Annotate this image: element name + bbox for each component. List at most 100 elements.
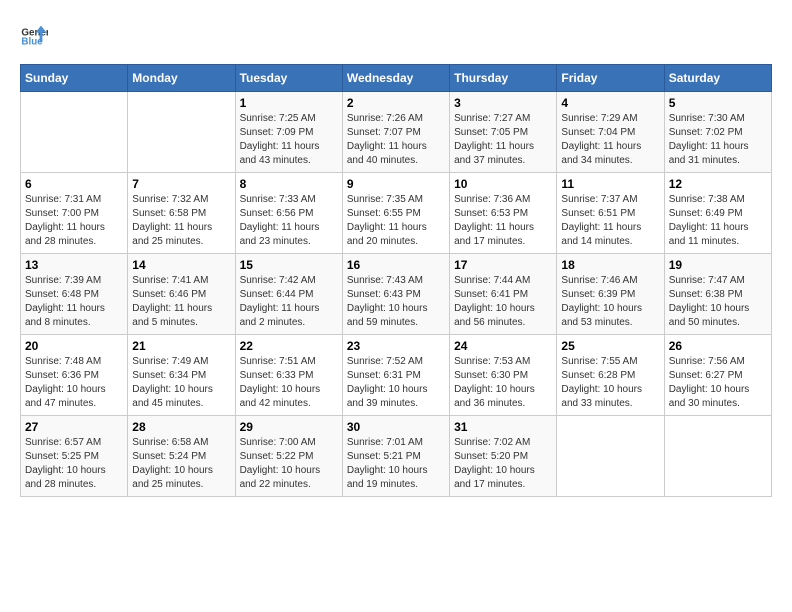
day-info: Sunrise: 6:58 AM Sunset: 5:24 PM Dayligh…: [132, 436, 230, 492]
calendar-cell: 14 Sunrise: 7:41 AM Sunset: 6:46 PM Dayli…: [128, 254, 235, 335]
day-number: 8: [240, 177, 338, 191]
calendar-cell: 9Sunrise: 7:35 AM Sunset: 6:55 PM Daylig…: [342, 173, 449, 254]
day-number: 7: [132, 177, 230, 191]
day-info: Sunrise: 7:56 AM Sunset: 6:27 PM Dayligh…: [669, 355, 767, 411]
logo-icon: General Blue: [20, 20, 48, 48]
week-row-2: 13 Sunrise: 7:39 AM Sunset: 6:48 PM Dayli…: [21, 254, 772, 335]
week-row-0: 1 Sunrise: 7:25 AM Sunset: 7:09 PM Daylig…: [21, 92, 772, 173]
weekday-header-thursday: Thursday: [450, 65, 557, 92]
day-info: Sunrise: 7:43 AM Sunset: 6:43 PM Dayligh…: [347, 274, 445, 330]
calendar-cell: 6 Sunrise: 7:31 AM Sunset: 7:00 PM Daylig…: [21, 173, 128, 254]
day-number: 13: [25, 258, 123, 272]
calendar-cell: 4 Sunrise: 7:29 AM Sunset: 7:04 PM Daylig…: [557, 92, 664, 173]
day-number: 9: [347, 177, 445, 191]
day-info: Sunrise: 7:37 AM Sunset: 6:51 PM Dayligh…: [561, 193, 659, 249]
calendar-cell: 10 Sunrise: 7:36 AM Sunset: 6:53 PM Dayli…: [450, 173, 557, 254]
day-info: Sunrise: 7:48 AM Sunset: 6:36 PM Dayligh…: [25, 355, 123, 411]
day-info: Sunrise: 7:02 AM Sunset: 5:20 PM Dayligh…: [454, 436, 552, 492]
day-number: 31: [454, 420, 552, 434]
day-number: 19: [669, 258, 767, 272]
day-number: 25: [561, 339, 659, 353]
calendar-cell: 1 Sunrise: 7:25 AM Sunset: 7:09 PM Daylig…: [235, 92, 342, 173]
day-number: 20: [25, 339, 123, 353]
weekday-header-row: SundayMondayTuesdayWednesdayThursdayFrid…: [21, 65, 772, 92]
day-info: Sunrise: 7:26 AM Sunset: 7:07 PM Dayligh…: [347, 112, 445, 168]
calendar-cell: 29 Sunrise: 7:00 AM Sunset: 5:22 PM Dayli…: [235, 416, 342, 497]
calendar-cell: 27 Sunrise: 6:57 AM Sunset: 5:25 PM Dayli…: [21, 416, 128, 497]
day-info: Sunrise: 7:44 AM Sunset: 6:41 PM Dayligh…: [454, 274, 552, 330]
calendar-cell: 23 Sunrise: 7:52 AM Sunset: 6:31 PM Dayli…: [342, 335, 449, 416]
calendar-cell: 26 Sunrise: 7:56 AM Sunset: 6:27 PM Dayli…: [664, 335, 771, 416]
week-row-3: 20 Sunrise: 7:48 AM Sunset: 6:36 PM Dayli…: [21, 335, 772, 416]
day-info: Sunrise: 7:01 AM Sunset: 5:21 PM Dayligh…: [347, 436, 445, 492]
day-number: 22: [240, 339, 338, 353]
day-info: Sunrise: 7:51 AM Sunset: 6:33 PM Dayligh…: [240, 355, 338, 411]
calendar-cell: [128, 92, 235, 173]
day-number: 23: [347, 339, 445, 353]
day-number: 24: [454, 339, 552, 353]
calendar-cell: 25 Sunrise: 7:55 AM Sunset: 6:28 PM Dayli…: [557, 335, 664, 416]
day-info: Sunrise: 7:46 AM Sunset: 6:39 PM Dayligh…: [561, 274, 659, 330]
weekday-header-saturday: Saturday: [664, 65, 771, 92]
day-info: Sunrise: 7:32 AM Sunset: 6:58 PM Dayligh…: [132, 193, 230, 249]
day-number: 17: [454, 258, 552, 272]
day-info: Sunrise: 7:41 AM Sunset: 6:46 PM Dayligh…: [132, 274, 230, 330]
calendar-table: SundayMondayTuesdayWednesdayThursdayFrid…: [20, 64, 772, 497]
day-number: 1: [240, 96, 338, 110]
calendar-cell: 2 Sunrise: 7:26 AM Sunset: 7:07 PM Daylig…: [342, 92, 449, 173]
calendar-cell: 28Sunrise: 6:58 AM Sunset: 5:24 PM Dayli…: [128, 416, 235, 497]
calendar-cell: 3Sunrise: 7:27 AM Sunset: 7:05 PM Daylig…: [450, 92, 557, 173]
weekday-header-wednesday: Wednesday: [342, 65, 449, 92]
day-number: 5: [669, 96, 767, 110]
calendar-cell: [557, 416, 664, 497]
day-info: Sunrise: 7:36 AM Sunset: 6:53 PM Dayligh…: [454, 193, 552, 249]
day-info: Sunrise: 7:31 AM Sunset: 7:00 PM Dayligh…: [25, 193, 123, 249]
day-number: 10: [454, 177, 552, 191]
day-number: 2: [347, 96, 445, 110]
day-number: 15: [240, 258, 338, 272]
day-info: Sunrise: 7:52 AM Sunset: 6:31 PM Dayligh…: [347, 355, 445, 411]
day-info: Sunrise: 7:47 AM Sunset: 6:38 PM Dayligh…: [669, 274, 767, 330]
day-number: 21: [132, 339, 230, 353]
calendar-cell: 11 Sunrise: 7:37 AM Sunset: 6:51 PM Dayli…: [557, 173, 664, 254]
calendar-cell: 13 Sunrise: 7:39 AM Sunset: 6:48 PM Dayli…: [21, 254, 128, 335]
day-info: Sunrise: 7:33 AM Sunset: 6:56 PM Dayligh…: [240, 193, 338, 249]
day-number: 14: [132, 258, 230, 272]
calendar-cell: [21, 92, 128, 173]
day-info: Sunrise: 7:55 AM Sunset: 6:28 PM Dayligh…: [561, 355, 659, 411]
week-row-4: 27 Sunrise: 6:57 AM Sunset: 5:25 PM Dayli…: [21, 416, 772, 497]
day-info: Sunrise: 7:49 AM Sunset: 6:34 PM Dayligh…: [132, 355, 230, 411]
calendar-cell: 12 Sunrise: 7:38 AM Sunset: 6:49 PM Dayli…: [664, 173, 771, 254]
calendar-cell: 17 Sunrise: 7:44 AM Sunset: 6:41 PM Dayli…: [450, 254, 557, 335]
day-info: Sunrise: 7:25 AM Sunset: 7:09 PM Dayligh…: [240, 112, 338, 168]
day-info: Sunrise: 7:39 AM Sunset: 6:48 PM Dayligh…: [25, 274, 123, 330]
calendar-cell: 31 Sunrise: 7:02 AM Sunset: 5:20 PM Dayli…: [450, 416, 557, 497]
calendar-cell: 5 Sunrise: 7:30 AM Sunset: 7:02 PM Daylig…: [664, 92, 771, 173]
calendar-cell: 15 Sunrise: 7:42 AM Sunset: 6:44 PM Dayli…: [235, 254, 342, 335]
calendar-cell: 21 Sunrise: 7:49 AM Sunset: 6:34 PM Dayli…: [128, 335, 235, 416]
day-number: 12: [669, 177, 767, 191]
calendar-cell: 16Sunrise: 7:43 AM Sunset: 6:43 PM Dayli…: [342, 254, 449, 335]
calendar-cell: 18 Sunrise: 7:46 AM Sunset: 6:39 PM Dayli…: [557, 254, 664, 335]
day-info: Sunrise: 7:29 AM Sunset: 7:04 PM Dayligh…: [561, 112, 659, 168]
day-info: Sunrise: 7:00 AM Sunset: 5:22 PM Dayligh…: [240, 436, 338, 492]
day-number: 3: [454, 96, 552, 110]
day-info: Sunrise: 6:57 AM Sunset: 5:25 PM Dayligh…: [25, 436, 123, 492]
day-number: 30: [347, 420, 445, 434]
calendar-cell: 7 Sunrise: 7:32 AM Sunset: 6:58 PM Daylig…: [128, 173, 235, 254]
weekday-header-tuesday: Tuesday: [235, 65, 342, 92]
day-number: 29: [240, 420, 338, 434]
day-number: 18: [561, 258, 659, 272]
day-info: Sunrise: 7:42 AM Sunset: 6:44 PM Dayligh…: [240, 274, 338, 330]
weekday-header-monday: Monday: [128, 65, 235, 92]
weekday-header-sunday: Sunday: [21, 65, 128, 92]
day-number: 27: [25, 420, 123, 434]
day-number: 6: [25, 177, 123, 191]
day-info: Sunrise: 7:30 AM Sunset: 7:02 PM Dayligh…: [669, 112, 767, 168]
day-number: 4: [561, 96, 659, 110]
weekday-header-friday: Friday: [557, 65, 664, 92]
calendar-cell: [664, 416, 771, 497]
day-info: Sunrise: 7:38 AM Sunset: 6:49 PM Dayligh…: [669, 193, 767, 249]
day-number: 26: [669, 339, 767, 353]
day-number: 11: [561, 177, 659, 191]
